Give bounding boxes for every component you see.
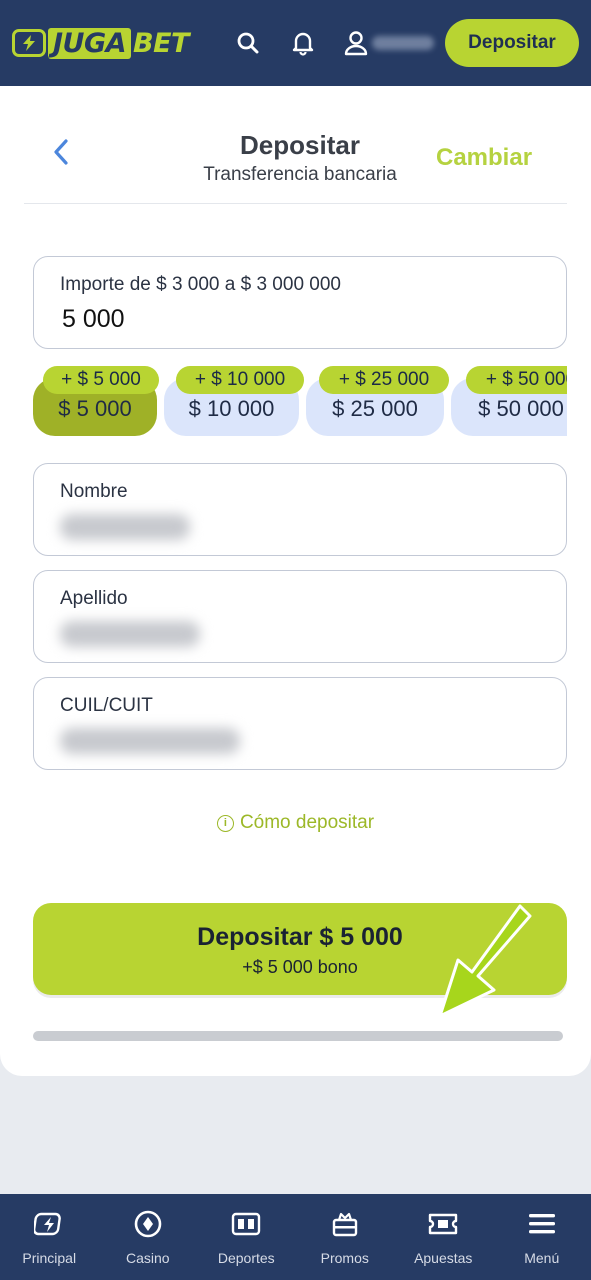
- logo-juga-text: JUGA: [48, 27, 132, 59]
- nav-label: Apuestas: [414, 1250, 473, 1266]
- preset-amount: $ 25 000: [332, 396, 418, 421]
- nav-label: Casino: [125, 1250, 170, 1266]
- apellido-field[interactable]: Apellido: [33, 570, 567, 663]
- jugabet-logo[interactable]: JUGA BET: [12, 26, 189, 60]
- preset-amount: $ 50 000: [478, 396, 564, 421]
- preset-bonus-badge: + $ 25 000: [319, 366, 449, 394]
- header-deposit-button[interactable]: Depositar: [445, 19, 579, 67]
- preset-bonus-badge: + $ 50 000: [466, 366, 567, 394]
- nav-label: Principal: [22, 1250, 77, 1266]
- amount-value[interactable]: 5 000: [62, 305, 125, 334]
- nav-label: Promos: [320, 1250, 369, 1266]
- principal-icon: [32, 1208, 66, 1240]
- nav-item-apuestas[interactable]: Apuestas: [394, 1194, 493, 1280]
- gift-icon: [328, 1208, 362, 1240]
- bell-icon[interactable]: [288, 26, 318, 60]
- deposit-sheet: Depositar Transferencia bancaria Cambiar…: [0, 86, 591, 1076]
- nav-item-principal[interactable]: Principal: [0, 1194, 99, 1280]
- cuil-value-redacted: [60, 728, 240, 754]
- search-icon[interactable]: [233, 26, 263, 60]
- bottom-nav: Principal Casino Deportes Promos Apuesta…: [0, 1194, 591, 1280]
- amount-field[interactable]: Importe de $ 3 000 a $ 3 000 000 5 000: [33, 256, 567, 349]
- preset-amount: $ 10 000: [188, 396, 275, 421]
- how-to-deposit-label: Cómo depositar: [239, 812, 375, 833]
- chevron-left-icon: [54, 139, 68, 165]
- top-bar: JUGA BET Depositar: [0, 0, 591, 86]
- nav-item-deportes[interactable]: Deportes: [197, 1194, 296, 1280]
- nav-item-menu[interactable]: Menú: [493, 1194, 591, 1280]
- nombre-value-redacted: [60, 514, 190, 540]
- payment-method-subtitle: Transferencia bancaria: [203, 164, 397, 185]
- nav-label: Menú: [524, 1250, 560, 1266]
- preset-amount: $ 5 000: [58, 396, 132, 421]
- bolt-icon: [12, 29, 46, 57]
- preset-bonus-badge: + $ 10 000: [176, 366, 304, 394]
- preset-amounts: $ 5 000 $ 10 000 $ 25 000 $ 50 000 + $ 5…: [33, 366, 567, 438]
- logo-bet-text: BET: [133, 27, 189, 59]
- change-method-link[interactable]: Cambiar: [436, 144, 532, 172]
- apellido-label: Apellido: [60, 588, 128, 609]
- cuil-label: CUIL/CUIT: [60, 695, 153, 716]
- ticket-icon: [426, 1208, 460, 1240]
- menu-icon: [525, 1208, 559, 1240]
- apellido-value-redacted: [60, 621, 200, 647]
- header-divider: [24, 203, 567, 204]
- scoreboard-icon: [229, 1208, 263, 1240]
- back-button[interactable]: [44, 134, 78, 170]
- casino-icon: [131, 1208, 165, 1240]
- page-title: Depositar: [240, 130, 360, 160]
- scroll-indicator: [33, 1031, 563, 1041]
- user-icon[interactable]: [341, 26, 371, 60]
- nav-item-promos[interactable]: Promos: [296, 1194, 395, 1280]
- info-icon: i: [216, 814, 234, 832]
- cuil-field[interactable]: CUIL/CUIT: [33, 677, 567, 770]
- pointer-arrow-icon: [438, 904, 532, 1018]
- how-to-deposit-link[interactable]: i Cómo depositar: [0, 812, 591, 834]
- nav-label: Deportes: [217, 1250, 275, 1266]
- username-redacted: [372, 36, 434, 50]
- nombre-field[interactable]: Nombre: [33, 463, 567, 556]
- amount-label: Importe de $ 3 000 a $ 3 000 000: [60, 274, 341, 295]
- nav-item-casino[interactable]: Casino: [99, 1194, 198, 1280]
- preset-bonus-badge: + $ 5 000: [43, 366, 159, 394]
- nombre-label: Nombre: [60, 481, 128, 502]
